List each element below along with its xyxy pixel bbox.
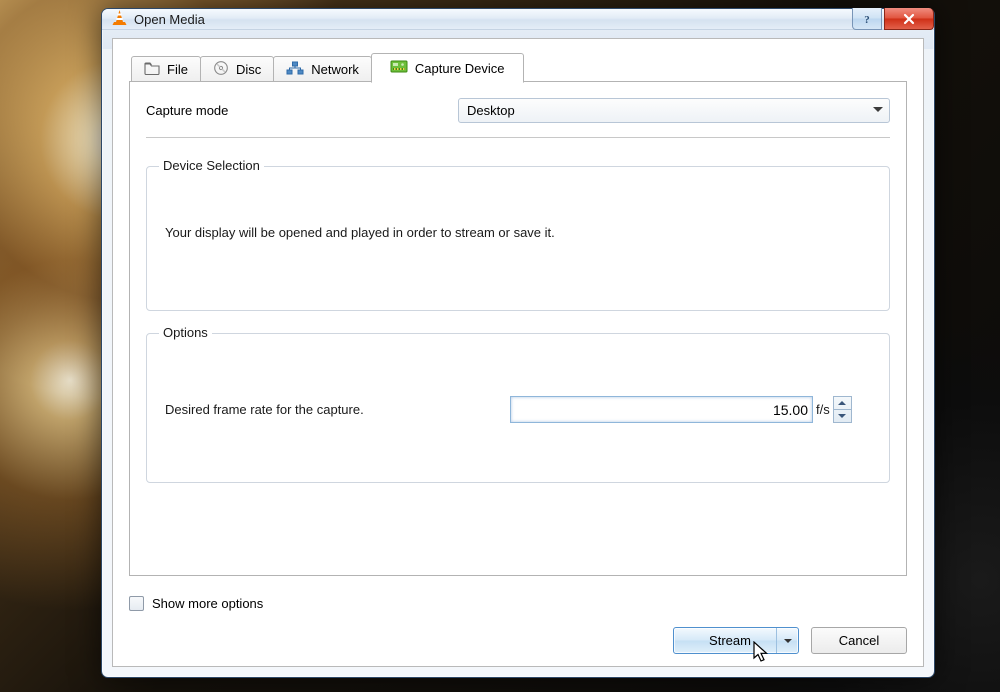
tab-label: File [167,62,188,77]
tab-capture-device[interactable]: Capture Device [371,53,524,83]
triangle-down-icon [784,639,792,643]
svg-text:?: ? [864,14,870,25]
device-selection-group: Device Selection Your display will be op… [146,166,890,311]
capture-card-icon [390,59,408,77]
button-label: Cancel [839,633,879,648]
help-button[interactable]: ? [852,8,882,30]
divider [146,137,890,138]
open-media-dialog: Open Media ? File [101,8,935,678]
group-legend: Options [159,325,212,340]
button-label: Stream [709,633,751,648]
vlc-cone-icon [111,9,128,29]
cancel-button[interactable]: Cancel [811,627,907,654]
network-icon [286,61,304,78]
group-legend: Device Selection [159,158,264,173]
tab-strip: File Disc Network [129,53,907,82]
tab-label: Disc [236,62,261,77]
capture-mode-dropdown[interactable]: Desktop [458,98,890,123]
folder-icon [144,61,160,78]
fps-input[interactable] [510,396,813,423]
spinner-down[interactable] [834,410,851,422]
client-area: File Disc Network [112,38,924,667]
tab-label: Capture Device [415,61,505,76]
triangle-down-icon [838,414,846,418]
titlebar[interactable]: Open Media ? [102,9,934,30]
tab-disc[interactable]: Disc [200,56,274,82]
close-button[interactable] [884,8,934,30]
device-selection-message: Your display will be opened and played i… [165,225,871,240]
options-group: Options Desired frame rate for the captu… [146,333,890,483]
stream-button[interactable]: Stream [673,627,799,654]
fps-label: Desired frame rate for the capture. [165,402,510,417]
fps-unit: f/s [816,402,830,417]
footer: Show more options Stream Cancel [129,576,907,654]
show-more-options-label: Show more options [152,596,263,611]
spinner-up[interactable] [834,397,851,410]
chevron-down-icon [873,107,883,112]
tab-network[interactable]: Network [273,56,372,82]
stream-split-dropdown[interactable] [776,628,798,653]
tab-panel-capture: Capture mode Desktop Device Selection Yo… [129,81,907,576]
disc-icon [213,60,229,79]
fps-spinner[interactable] [833,396,852,423]
triangle-up-icon [838,401,846,405]
show-more-options-checkbox[interactable] [129,596,144,611]
capture-mode-label: Capture mode [146,103,458,118]
window-title: Open Media [134,12,205,27]
tab-file[interactable]: File [131,56,201,82]
tab-label: Network [311,62,359,77]
dropdown-value: Desktop [467,103,515,118]
